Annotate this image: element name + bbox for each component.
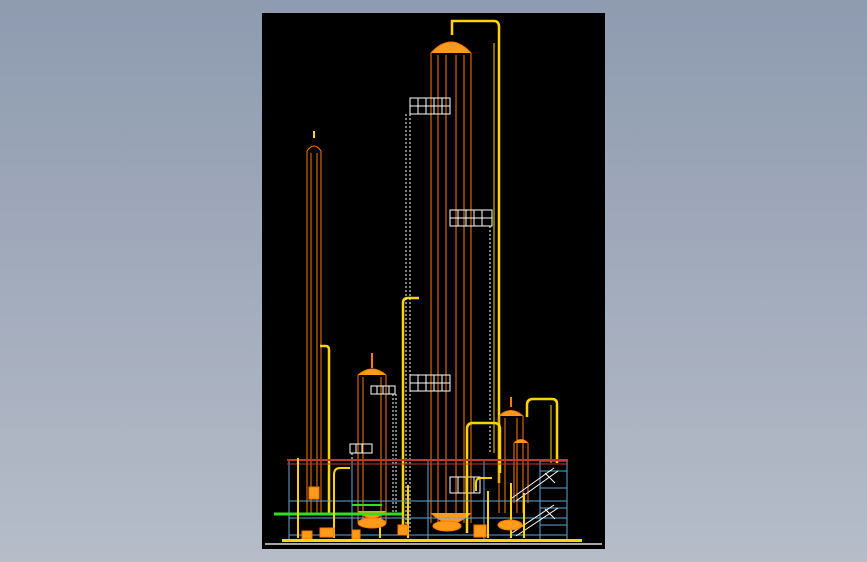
cad-viewport[interactable] — [0, 0, 867, 562]
drawing-canvas[interactable] — [262, 13, 605, 549]
plant-elevation-drawing — [265, 19, 602, 545]
side-draw-pipe — [401, 296, 419, 533]
overhead-vapor-line — [450, 19, 501, 483]
ladder-left-drum — [349, 385, 397, 513]
reflux-drum-left — [357, 353, 387, 523]
thin-column — [306, 131, 322, 513]
foundation-blocks — [282, 539, 582, 542]
lower-piping — [297, 458, 525, 538]
main-column-platforms — [405, 97, 493, 533]
right-riser-pipe — [525, 397, 559, 463]
